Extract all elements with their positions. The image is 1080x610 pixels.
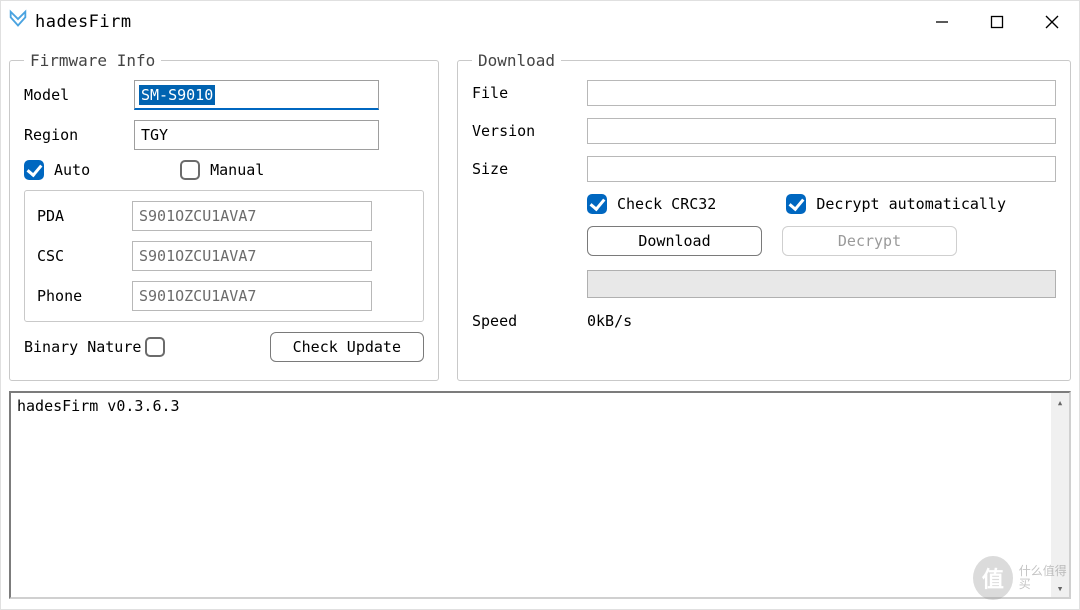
scroll-up-icon[interactable]: ▴: [1051, 393, 1069, 411]
app-title: hadesFirm: [35, 12, 132, 32]
app-icon: [7, 9, 29, 35]
check-update-button[interactable]: Check Update: [270, 332, 424, 362]
crc-label: Check CRC32: [617, 195, 716, 213]
window-controls: [914, 1, 1079, 43]
auto-label: Auto: [54, 161, 90, 179]
firmware-bottom-row: Binary Nature Check Update: [24, 332, 424, 362]
title-bar: hadesFirm: [1, 1, 1079, 43]
watermark: 值 什么值得买: [973, 553, 1073, 603]
progress-bar: [587, 270, 1056, 298]
watermark-badge-icon: 值: [973, 556, 1013, 600]
region-row: Region: [24, 120, 424, 150]
minimize-button[interactable]: [914, 6, 969, 38]
speed-value: 0kB/s: [587, 312, 632, 330]
size-label: Size: [472, 160, 587, 178]
model-input[interactable]: SM-S9010: [134, 80, 379, 110]
phone-input: [132, 281, 372, 311]
file-row: File: [472, 80, 1056, 106]
manual-checkbox[interactable]: [180, 160, 200, 180]
title-left: hadesFirm: [7, 9, 132, 35]
download-buttons: Download Decrypt: [587, 226, 1056, 256]
auto-checkbox[interactable]: [24, 160, 44, 180]
csc-input: [132, 241, 372, 271]
file-field: [587, 80, 1056, 106]
content-area: Firmware Info Model SM-S9010 Region Auto: [9, 51, 1071, 599]
download-options: Check CRC32 Decrypt automatically: [587, 194, 1056, 214]
firmware-info-group: Firmware Info Model SM-S9010 Region Auto: [9, 51, 439, 381]
maximize-button[interactable]: [969, 6, 1024, 38]
region-input[interactable]: [134, 120, 379, 150]
watermark-text: 什么值得买: [1019, 565, 1073, 591]
model-row: Model SM-S9010: [24, 80, 424, 110]
decrypt-auto-label: Decrypt automatically: [816, 195, 1006, 213]
phone-label: Phone: [37, 287, 132, 305]
pda-input: [132, 201, 372, 231]
size-field: [587, 156, 1056, 182]
download-legend: Download: [472, 51, 561, 70]
version-label: Version: [472, 122, 587, 140]
file-label: File: [472, 84, 587, 102]
top-row: Firmware Info Model SM-S9010 Region Auto: [9, 51, 1071, 381]
speed-label: Speed: [472, 312, 587, 330]
size-row: Size: [472, 156, 1056, 182]
version-row: Version: [472, 118, 1056, 144]
version-field: [587, 118, 1056, 144]
model-value: SM-S9010: [139, 85, 215, 105]
phone-row: Phone: [37, 281, 411, 311]
close-button[interactable]: [1024, 6, 1079, 38]
mode-checks: Auto Manual: [24, 160, 424, 180]
binary-checkbox[interactable]: [145, 337, 165, 357]
manual-label: Manual: [210, 161, 264, 179]
binary-nature-check[interactable]: Binary Nature: [24, 337, 165, 357]
auto-check[interactable]: Auto: [24, 160, 90, 180]
csc-row: CSC: [37, 241, 411, 271]
firmware-legend: Firmware Info: [24, 51, 161, 70]
decrypt-button: Decrypt: [782, 226, 957, 256]
decrypt-auto-check[interactable]: Decrypt automatically: [786, 194, 1006, 214]
download-group: Download File Version Size Check CRC32: [457, 51, 1071, 381]
download-button[interactable]: Download: [587, 226, 762, 256]
log-area[interactable]: hadesFirm v0.3.6.3 ▴ ▾: [9, 391, 1071, 599]
manual-check[interactable]: Manual: [180, 160, 264, 180]
binary-label: Binary Nature: [24, 338, 141, 356]
crc-checkbox[interactable]: [587, 194, 607, 214]
pda-label: PDA: [37, 207, 132, 225]
csc-label: CSC: [37, 247, 132, 265]
region-label: Region: [24, 126, 134, 144]
log-text: hadesFirm v0.3.6.3: [17, 397, 180, 415]
model-label: Model: [24, 86, 134, 104]
speed-row: Speed 0kB/s: [472, 312, 1056, 330]
version-subgroup: PDA CSC Phone: [24, 190, 424, 322]
pda-row: PDA: [37, 201, 411, 231]
decrypt-auto-checkbox[interactable]: [786, 194, 806, 214]
crc-check[interactable]: Check CRC32: [587, 194, 716, 214]
